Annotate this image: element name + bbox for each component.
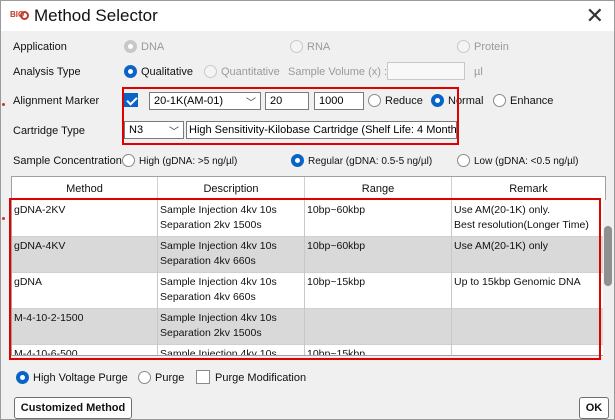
alignment-marker-label: Alignment Marker <box>13 95 100 107</box>
high-voltage-purge-label: High Voltage Purge <box>33 372 128 384</box>
customized-method-button[interactable]: Customized Method <box>14 397 132 419</box>
ok-button[interactable]: OK <box>579 397 609 419</box>
close-icon[interactable]: ✕ <box>586 3 604 29</box>
concentration-low-radio[interactable] <box>457 154 470 167</box>
high-voltage-purge-radio[interactable] <box>16 371 29 384</box>
application-rna-label: RNA <box>307 41 331 53</box>
qualitative-radio[interactable] <box>124 65 137 78</box>
cartridge-type-label: Cartridge Type <box>13 125 85 137</box>
application-rna-radio[interactable] <box>290 40 303 53</box>
analysis-type-label: Analysis Type <box>13 66 81 78</box>
annotation-marker <box>2 217 5 220</box>
application-label: Application <box>13 41 67 53</box>
settings-highlight-box <box>122 87 459 145</box>
concentration-high-label: High (gDNA: >5 ng/µl) <box>139 156 238 167</box>
qualitative-label: Qualitative <box>141 66 193 78</box>
concentration-high-radio[interactable] <box>122 154 135 167</box>
sample-volume-unit: µl <box>474 66 483 78</box>
enhance-radio[interactable] <box>493 94 506 107</box>
concentration-low-label: Low (gDNA: <0.5 ng/µl) <box>474 156 579 167</box>
method-selector-window: BIO Method Selector ✕ Application DNA RN… <box>0 0 615 420</box>
application-dna-label: DNA <box>141 41 165 53</box>
title-bar: BIO Method Selector ✕ <box>1 1 614 31</box>
purge-modification-checkbox[interactable] <box>196 370 210 384</box>
sample-volume-label: Sample Volume (x) : <box>288 66 388 78</box>
table-highlight-box <box>9 198 601 360</box>
application-dna-radio[interactable] <box>124 40 137 53</box>
window-title: Method Selector <box>34 6 158 25</box>
enhance-label: Enhance <box>510 95 554 107</box>
application-protein-label: Protein <box>474 41 509 53</box>
quantitative-radio[interactable] <box>204 65 217 78</box>
application-protein-radio[interactable] <box>457 40 470 53</box>
quantitative-label: Quantitative <box>221 66 280 78</box>
purge-radio[interactable] <box>138 371 151 384</box>
concentration-regular-label: Regular (gDNA: 0.5-5 ng/µl) <box>308 156 433 167</box>
concentration-regular-radio[interactable] <box>291 154 304 167</box>
purge-modification-label: Purge Modification <box>215 372 307 384</box>
app-logo-ring-icon <box>20 11 29 20</box>
purge-label: Purge <box>155 372 185 384</box>
sample-concentration-label: Sample Concentration <box>13 155 122 167</box>
table-scrollbar-thumb[interactable] <box>604 226 612 286</box>
sample-volume-input[interactable] <box>387 62 465 80</box>
annotation-marker <box>2 103 5 106</box>
